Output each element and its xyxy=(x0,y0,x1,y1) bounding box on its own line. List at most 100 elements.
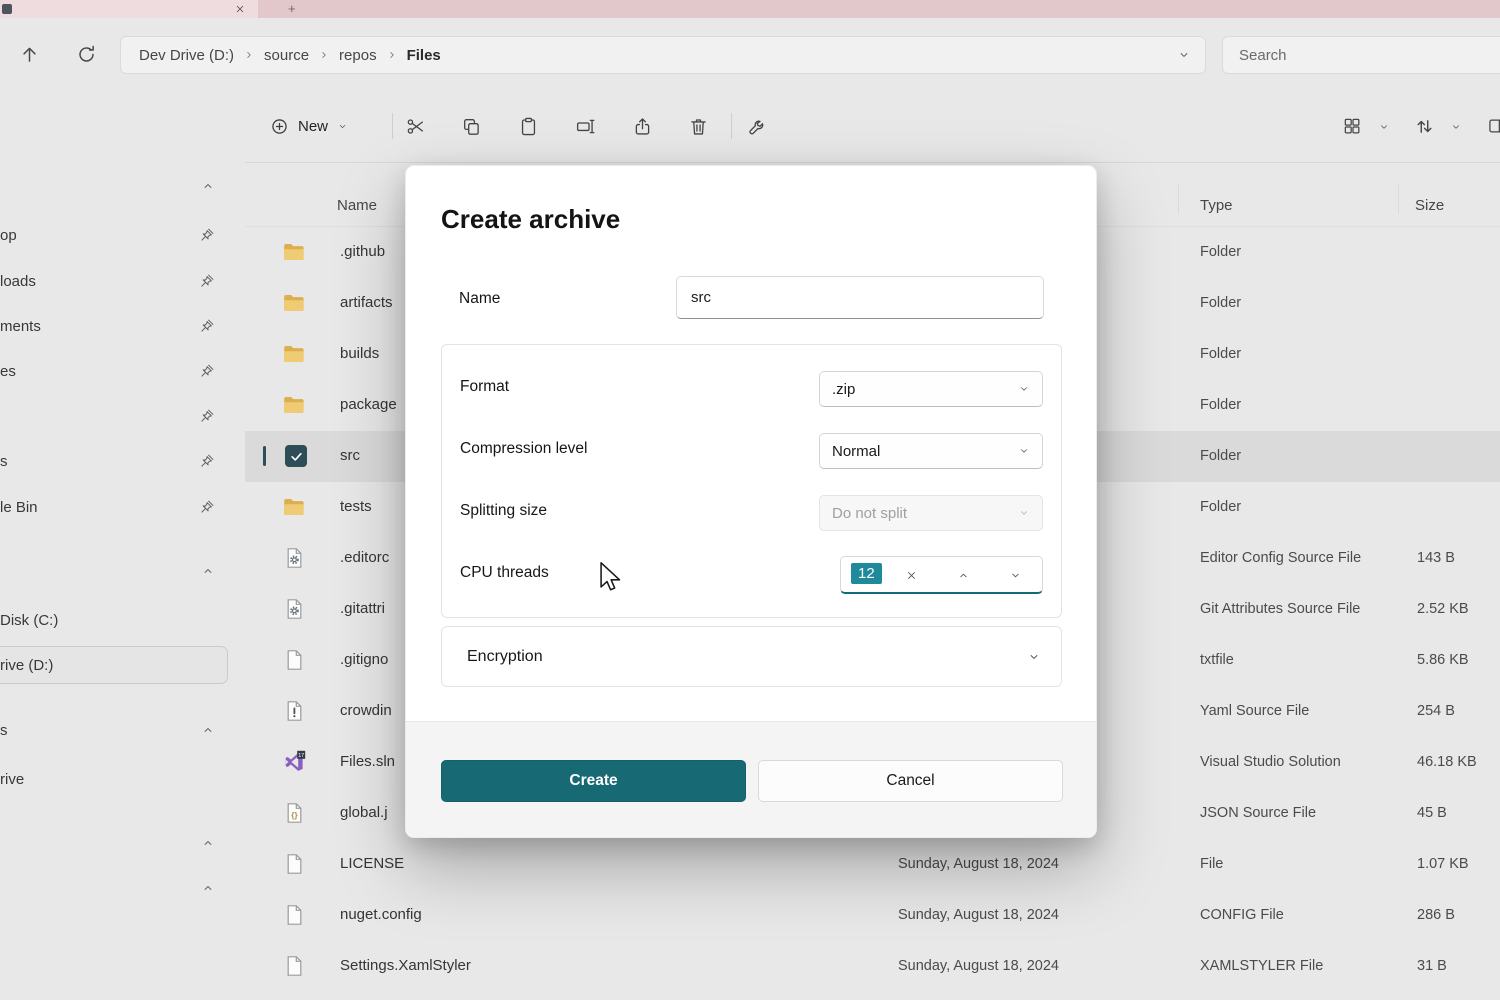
config-file-icon xyxy=(282,546,306,570)
file-size: 31 B xyxy=(1417,958,1447,974)
breadcrumb-separator-icon xyxy=(386,49,398,61)
cpu-threads-label: CPU threads xyxy=(460,564,549,582)
section-collapse-icon[interactable] xyxy=(201,179,215,193)
cpu-threads-spinner[interactable]: 12 xyxy=(840,556,1043,594)
breadcrumb-item[interactable]: repos xyxy=(339,47,377,64)
sidebar-item-drive[interactable]: rive xyxy=(0,759,245,799)
format-dropdown[interactable]: .zip xyxy=(819,371,1043,407)
layout-icon[interactable] xyxy=(1339,113,1365,139)
file-name: nuget.config xyxy=(340,906,422,923)
sidebar-item[interactable]: le Bin xyxy=(0,487,245,527)
column-header-name[interactable]: Name xyxy=(337,197,377,214)
search-input[interactable] xyxy=(1237,46,1500,65)
file-row[interactable]: LICENSESunday, August 18, 2024File1.07 K… xyxy=(245,839,1500,890)
compression-value: Normal xyxy=(832,443,880,460)
breadcrumb: Dev Drive (D:) source repos Files xyxy=(139,47,441,64)
file-type: Folder xyxy=(1200,397,1241,413)
delete-icon[interactable] xyxy=(685,113,711,139)
chevron-down-icon[interactable] xyxy=(1450,121,1462,133)
cpu-threads-value[interactable]: 12 xyxy=(851,563,882,584)
sidebar-item-label: op xyxy=(0,227,17,244)
file-type: Folder xyxy=(1200,244,1241,260)
section-collapse-icon[interactable] xyxy=(201,564,215,578)
cancel-button[interactable]: Cancel xyxy=(758,760,1063,802)
pin-icon xyxy=(200,363,215,378)
column-divider[interactable] xyxy=(1398,184,1399,214)
file-type: Folder xyxy=(1200,346,1241,362)
chevron-down-icon xyxy=(1018,383,1030,395)
increment-icon[interactable] xyxy=(953,565,973,585)
folder-icon xyxy=(282,240,306,264)
column-header-type[interactable]: Type xyxy=(1200,197,1233,214)
breadcrumb-separator-icon xyxy=(243,49,255,61)
explorer-tab[interactable] xyxy=(0,0,258,18)
file-type: Editor Config Source File xyxy=(1200,550,1361,566)
refresh-icon[interactable] xyxy=(76,44,97,65)
cpu-threads-row: CPU threads 12 xyxy=(442,544,1061,606)
section-collapse-icon[interactable] xyxy=(201,836,215,850)
breadcrumb-item[interactable]: Files xyxy=(407,47,441,64)
tab-icon xyxy=(2,4,12,14)
details-pane-icon[interactable] xyxy=(1484,113,1500,139)
breadcrumb-dropdown-icon[interactable] xyxy=(1177,48,1191,62)
breadcrumb-item[interactable]: Dev Drive (D:) xyxy=(139,47,234,64)
mouse-cursor xyxy=(594,560,628,594)
decrement-icon[interactable] xyxy=(1005,565,1025,585)
breadcrumb-item[interactable]: source xyxy=(264,47,309,64)
splitting-label: Splitting size xyxy=(460,502,547,520)
encryption-expander[interactable]: Encryption xyxy=(441,626,1062,687)
file-name: .editorc xyxy=(340,549,389,566)
sort-icon[interactable] xyxy=(1411,113,1437,139)
cut-icon[interactable] xyxy=(402,113,428,139)
compression-dropdown[interactable]: Normal xyxy=(819,433,1043,469)
file-name: global.j xyxy=(340,804,388,821)
file-name: .github xyxy=(340,243,385,260)
sidebar-item-label: Disk (C:) xyxy=(0,612,58,629)
column-divider[interactable] xyxy=(1178,184,1179,214)
sidebar-item[interactable]: es xyxy=(0,351,245,391)
section-collapse-icon[interactable] xyxy=(201,723,215,737)
sidebar-item-drive-d[interactable]: rive (D:) xyxy=(0,645,245,685)
checkbox-checked[interactable] xyxy=(285,445,307,467)
clear-icon[interactable] xyxy=(901,565,921,585)
sidebar-item-disk-c[interactable]: Disk (C:) xyxy=(0,600,245,640)
toolbar-bottom-divider xyxy=(245,162,1500,163)
share-icon[interactable] xyxy=(629,113,655,139)
sidebar-item-label: es xyxy=(0,363,16,380)
breadcrumb-separator-icon xyxy=(318,49,330,61)
create-button[interactable]: Create xyxy=(441,760,746,802)
folder-icon xyxy=(282,342,306,366)
file-row[interactable]: Settings.XamlStylerSunday, August 18, 20… xyxy=(245,941,1500,992)
file-row[interactable]: nuget.configSunday, August 18, 2024CONFI… xyxy=(245,890,1500,941)
sidebar-item[interactable] xyxy=(0,396,245,436)
file-type: Visual Studio Solution xyxy=(1200,754,1341,770)
sidebar-item[interactable]: ments xyxy=(0,306,245,346)
paste-icon[interactable] xyxy=(515,113,541,139)
sidebar-section-label: s xyxy=(0,722,8,739)
archive-name-input[interactable] xyxy=(676,276,1044,319)
file-name: Settings.XamlStyler xyxy=(340,957,471,974)
sidebar-item[interactable]: loads xyxy=(0,261,245,301)
new-button[interactable]: New xyxy=(260,107,358,145)
file-type: Folder xyxy=(1200,499,1241,515)
tab-close-icon[interactable] xyxy=(234,3,246,15)
sidebar-section-header[interactable]: s xyxy=(0,710,245,750)
sidebar-item[interactable]: op xyxy=(0,215,245,255)
file-icon xyxy=(282,648,306,672)
up-icon[interactable] xyxy=(19,44,40,65)
file-name: artifacts xyxy=(340,294,393,311)
section-collapse-icon[interactable] xyxy=(201,881,215,895)
sidebar-item[interactable]: s xyxy=(0,441,245,481)
new-tab-icon[interactable]: + xyxy=(288,1,296,16)
file-name: src xyxy=(340,447,360,464)
file-type: JSON Source File xyxy=(1200,805,1316,821)
toolbar-divider xyxy=(392,113,393,139)
properties-wrench-icon[interactable] xyxy=(744,113,770,139)
file-type: Folder xyxy=(1200,448,1241,464)
rename-icon[interactable] xyxy=(572,113,598,139)
search-box xyxy=(1222,36,1500,74)
copy-icon[interactable] xyxy=(458,113,484,139)
column-header-size[interactable]: Size xyxy=(1415,197,1444,214)
chevron-down-icon[interactable] xyxy=(1378,121,1390,133)
file-name: .gitattri xyxy=(340,600,385,617)
